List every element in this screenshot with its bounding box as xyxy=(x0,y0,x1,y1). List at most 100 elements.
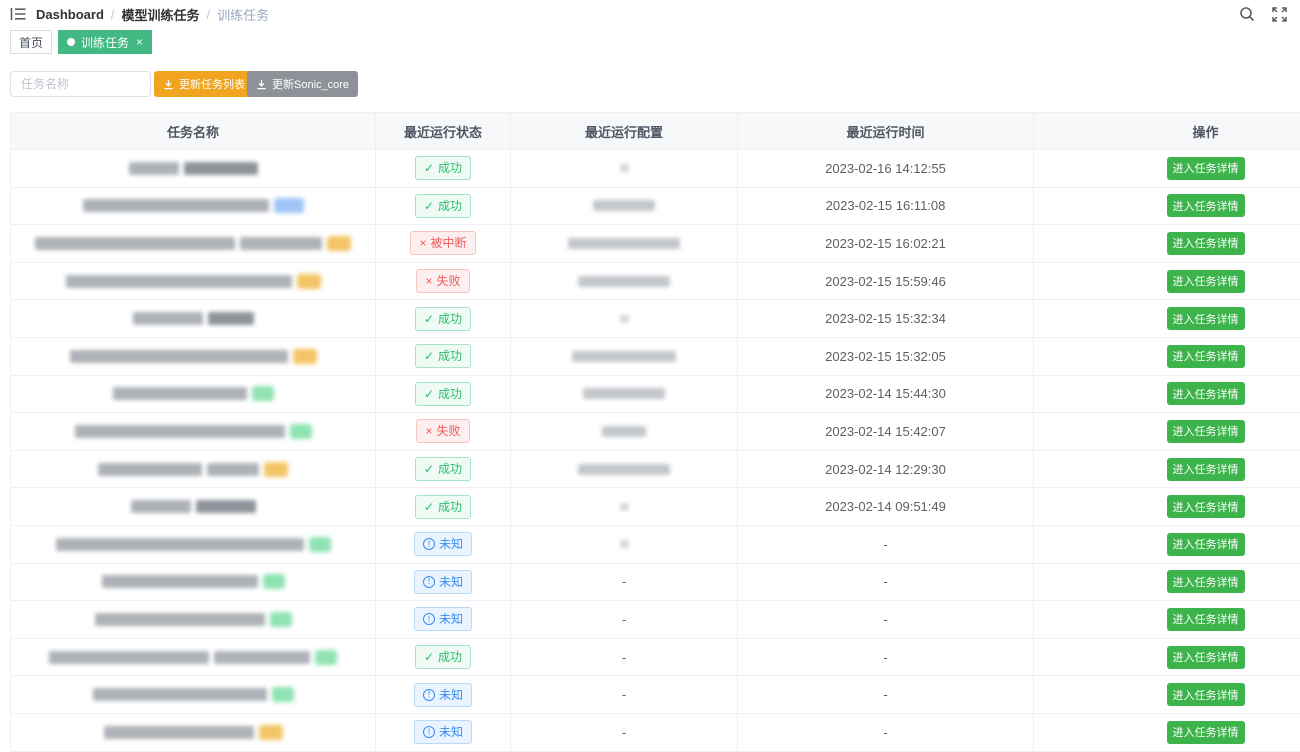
cell-actions: 进入任务详情 xyxy=(1034,300,1300,337)
status-success-icon: ✓ xyxy=(424,200,434,212)
column-header-actions: 操作 xyxy=(1192,122,1218,141)
task-detail-button[interactable]: 进入任务详情 xyxy=(1167,458,1245,481)
run-time: - xyxy=(883,650,887,665)
cell-last-config xyxy=(511,263,738,300)
status-unknown-icon: ! xyxy=(423,576,435,588)
config-empty: - xyxy=(622,725,626,740)
task-name-redacted xyxy=(95,613,265,626)
task-detail-button[interactable]: 进入任务详情 xyxy=(1167,721,1245,744)
task-detail-button[interactable]: 进入任务详情 xyxy=(1167,420,1245,443)
status-label: 失败 xyxy=(437,275,461,287)
breadcrumb-dashboard[interactable]: Dashboard xyxy=(36,7,104,22)
status-label: 成功 xyxy=(438,350,462,362)
close-icon[interactable]: × xyxy=(136,36,143,48)
task-detail-button[interactable]: 进入任务详情 xyxy=(1167,270,1245,293)
task-detail-button[interactable]: 进入任务详情 xyxy=(1167,345,1245,368)
status-badge-success: ✓ 成功 xyxy=(415,194,471,218)
status-label: 成功 xyxy=(438,651,462,663)
status-unknown-icon: ! xyxy=(423,689,435,701)
cell-task-name xyxy=(11,601,376,638)
cell-task-name xyxy=(11,488,376,525)
status-failed-icon: × xyxy=(425,425,432,437)
cell-task-name xyxy=(11,188,376,225)
config-redacted xyxy=(602,426,646,437)
update-task-list-button[interactable]: 更新任务列表 xyxy=(154,71,254,97)
cell-task-name xyxy=(11,413,376,450)
table-header-row: 任务名称 最近运行状态 最近运行配置 最近运行时间 操作 xyxy=(11,113,1300,150)
task-detail-button[interactable]: 进入任务详情 xyxy=(1167,307,1245,330)
table-body: ✓成功2023-02-16 14:12:55进入任务详情✓成功2023-02-1… xyxy=(11,150,1300,752)
cell-last-status: ✓成功 xyxy=(376,338,511,375)
task-tag-yellow xyxy=(297,274,321,289)
config-empty: - xyxy=(622,650,626,665)
task-detail-button[interactable]: 进入任务详情 xyxy=(1167,382,1245,405)
tab-training-tasks[interactable]: 训练任务 × xyxy=(58,30,152,54)
status-badge-unknown: !未知 xyxy=(414,570,472,594)
fullscreen-icon[interactable] xyxy=(1270,5,1288,23)
status-badge-success: ✓成功 xyxy=(415,457,471,481)
cell-last-run-time: - xyxy=(738,564,1034,601)
cell-actions: 进入任务详情 xyxy=(1034,676,1300,713)
run-time: 2023-02-15 15:59:46 xyxy=(825,274,946,289)
cell-actions: 进入任务详情 xyxy=(1034,601,1300,638)
tab-home-label: 首页 xyxy=(19,34,43,51)
status-failed-icon: × xyxy=(425,275,432,287)
cell-last-config xyxy=(511,225,738,262)
task-detail-button[interactable]: 进入任务详情 xyxy=(1167,232,1245,255)
task-detail-button[interactable]: 进入任务详情 xyxy=(1167,608,1245,631)
cell-actions: 进入任务详情 xyxy=(1034,639,1300,676)
cell-task-name xyxy=(11,639,376,676)
status-unknown-icon: ! xyxy=(423,726,435,738)
cell-task-name xyxy=(11,300,376,337)
table-row: !未知--进入任务详情 xyxy=(11,601,1300,639)
cell-last-run-time: - xyxy=(738,714,1034,751)
run-time: 2023-02-15 15:32:34 xyxy=(825,311,946,326)
cell-last-config: - xyxy=(511,601,738,638)
cell-last-run-time: - xyxy=(738,639,1034,676)
tab-home[interactable]: 首页 xyxy=(10,30,52,54)
task-tag-green xyxy=(290,424,312,439)
sidebar-toggle-icon[interactable] xyxy=(8,4,28,24)
cell-last-config xyxy=(511,150,738,187)
task-name-redacted xyxy=(240,237,322,250)
cell-last-config: - xyxy=(511,564,738,601)
cell-last-config xyxy=(511,300,738,337)
table-row: !未知--进入任务详情 xyxy=(11,714,1300,752)
cell-last-run-time: 2023-02-15 15:32:34 xyxy=(738,300,1034,337)
cell-task-name xyxy=(11,564,376,601)
task-detail-button[interactable]: 进入任务详情 xyxy=(1167,533,1245,556)
cell-actions: 进入任务详情 xyxy=(1034,413,1300,450)
task-name-input[interactable] xyxy=(10,71,151,97)
cell-actions: 进入任务详情 xyxy=(1034,714,1300,751)
status-label: 未知 xyxy=(439,613,463,625)
search-icon[interactable] xyxy=(1238,5,1256,23)
task-detail-button[interactable]: 进入任务详情 xyxy=(1167,683,1245,706)
task-detail-button[interactable]: 进入任务详情 xyxy=(1167,570,1245,593)
status-label: 成功 xyxy=(438,200,462,212)
download-icon xyxy=(256,79,267,90)
status-badge-success: ✓成功 xyxy=(415,344,471,368)
cell-last-status: ×被中断 xyxy=(376,225,511,262)
update-task-list-label: 更新任务列表 xyxy=(179,76,245,92)
table-row: ✓成功2023-02-14 09:51:49进入任务详情 xyxy=(11,488,1300,526)
column-header-last-config: 最近运行配置 xyxy=(585,122,663,141)
update-sonic-core-button[interactable]: 更新Sonic_core xyxy=(247,71,358,97)
task-detail-button[interactable]: 进入任务详情 xyxy=(1167,157,1245,180)
config-redacted-dot xyxy=(620,503,629,511)
task-name-redacted xyxy=(75,425,285,438)
task-name-redacted xyxy=(104,726,254,739)
task-name-redacted xyxy=(98,463,202,476)
breadcrumb-separator: / xyxy=(111,7,115,22)
cell-last-status: ✓ 成功 xyxy=(376,188,511,225)
breadcrumb-model-training[interactable]: 模型训练任务 xyxy=(122,5,200,24)
task-detail-button[interactable]: 进入任务详情 xyxy=(1167,646,1245,669)
cell-last-run-time: 2023-02-15 16:02:21 xyxy=(738,225,1034,262)
task-detail-button[interactable]: 进入任务详情 xyxy=(1167,194,1245,217)
cell-last-config xyxy=(511,338,738,375)
task-tag-green xyxy=(272,687,294,702)
status-badge-failed: ×失败 xyxy=(416,419,469,443)
status-badge-interrupted: ×被中断 xyxy=(410,231,475,255)
run-time: - xyxy=(883,725,887,740)
status-label: 成功 xyxy=(438,162,462,174)
task-detail-button[interactable]: 进入任务详情 xyxy=(1167,495,1245,518)
